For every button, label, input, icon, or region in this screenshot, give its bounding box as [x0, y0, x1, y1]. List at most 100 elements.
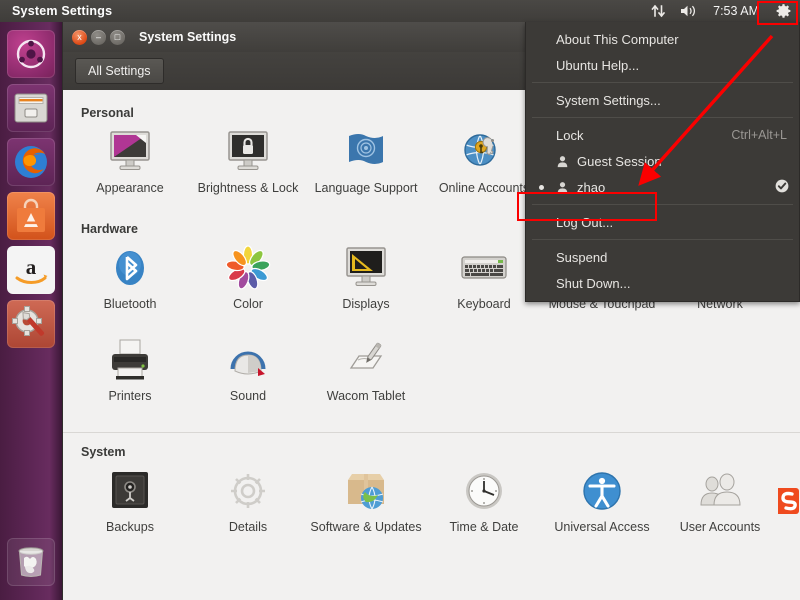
wacom-tablet-icon: [342, 336, 390, 384]
time-date-icon: [460, 467, 508, 515]
launcher-trash-slot: [0, 534, 62, 592]
menu-item-label: Log Out...: [556, 214, 614, 230]
edge-app-icon: [770, 484, 800, 518]
menu-item-suspend[interactable]: Suspend: [526, 244, 799, 270]
menu-item-guest-session[interactable]: Guest Session: [526, 148, 799, 174]
color-icon: [224, 244, 272, 292]
keyboard-icon: [460, 244, 508, 292]
window-close-button[interactable]: x: [72, 29, 87, 45]
printers-icon: [106, 336, 154, 384]
menu-separator: [532, 117, 793, 118]
panel-app-title: System Settings: [12, 4, 113, 18]
details-icon: [224, 467, 272, 515]
menu-item-label: Shut Down...: [556, 275, 631, 291]
settings-tile-displays[interactable]: Displays: [307, 240, 425, 332]
menu-item-label: Suspend: [556, 249, 608, 265]
settings-tile-label: Details: [228, 520, 268, 534]
settings-tile-time-date[interactable]: Time & Date: [425, 463, 543, 555]
settings-tile-language-support[interactable]: Language Support: [307, 124, 425, 216]
online-accounts-icon: [460, 128, 508, 176]
menu-item-ubuntu-help[interactable]: Ubuntu Help...: [526, 52, 799, 78]
software-center-icon[interactable]: [7, 192, 55, 240]
sound-icon: [224, 336, 272, 384]
maximize-icon: □: [114, 31, 121, 42]
settings-tile-color[interactable]: Color: [189, 240, 307, 332]
menu-separator: [532, 82, 793, 83]
settings-tile-label: User Accounts: [679, 520, 761, 534]
menu-item-label: System Settings...: [556, 92, 661, 108]
settings-tile-label: Universal Access: [554, 520, 650, 534]
settings-tile-label: Color: [233, 297, 263, 311]
selected-radio-dot: [539, 184, 544, 190]
menu-separator: [532, 204, 793, 205]
window-minimize-button[interactable]: –: [91, 29, 106, 45]
settings-tile-label: Time & Date: [449, 520, 519, 534]
settings-tile-label: Online Accounts: [438, 181, 530, 195]
universal-access-icon: [578, 467, 626, 515]
menu-item-lock[interactable]: Lock Ctrl+Alt+L: [526, 122, 799, 148]
software-updates-icon: [342, 467, 390, 515]
menu-item-shut-down[interactable]: Shut Down...: [526, 270, 799, 296]
window-title: System Settings: [139, 30, 237, 44]
settings-tile-appearance[interactable]: Appearance: [71, 124, 189, 216]
volume-icon[interactable]: [673, 0, 705, 22]
bluetooth-icon: [106, 244, 154, 292]
settings-tile-universal-access[interactable]: Universal Access: [543, 463, 661, 555]
firefox-icon[interactable]: [7, 138, 55, 186]
menu-item-label: zhao: [577, 179, 606, 195]
settings-tile-bluetooth[interactable]: Bluetooth: [71, 240, 189, 332]
settings-tile-label: Appearance: [96, 181, 164, 195]
brightness-lock-icon: [224, 128, 272, 176]
settings-tile-user-accounts[interactable]: User Accounts: [661, 463, 779, 555]
menu-item-label: Ubuntu Help...: [556, 57, 640, 73]
session-indicator-menu: About This Computer Ubuntu Help... Syste…: [525, 22, 800, 302]
svg-text:a: a: [26, 255, 37, 279]
settings-tile-sound[interactable]: Sound: [189, 332, 307, 424]
menu-separator: [532, 239, 793, 240]
backups-icon: [106, 467, 154, 515]
menu-item-accelerator: Ctrl+Alt+L: [731, 128, 787, 142]
settings-tile-wacom-tablet[interactable]: Wacom Tablet: [307, 332, 425, 424]
settings-tile-label: Sound: [229, 389, 267, 403]
close-icon: x: [77, 31, 82, 42]
menu-item-label: About This Computer: [556, 31, 679, 47]
user-accounts-icon: [696, 467, 744, 515]
files-icon[interactable]: [7, 84, 55, 132]
settings-tile-printers[interactable]: Printers: [71, 332, 189, 424]
network-transfer-icon[interactable]: [644, 0, 673, 22]
settings-tile-label: Displays: [342, 297, 390, 311]
desktop-screen: System Settings 7:53 AM a x – □ System S…: [0, 0, 800, 600]
menu-item-label: Guest Session: [577, 153, 662, 169]
window-maximize-button[interactable]: □: [110, 29, 125, 45]
settings-tile-details[interactable]: Details: [189, 463, 307, 555]
settings-tile-label: Language Support: [314, 181, 418, 195]
settings-tile-software-updates[interactable]: Software & Updates: [307, 463, 425, 555]
minimize-icon: –: [95, 31, 101, 42]
settings-tile-label: Wacom Tablet: [326, 389, 406, 403]
trash-icon[interactable]: [7, 538, 55, 586]
settings-tile-label: Backups: [106, 520, 154, 534]
session-gear-icon[interactable]: [767, 0, 800, 22]
panel-clock[interactable]: 7:53 AM: [705, 4, 767, 18]
appearance-icon: [106, 128, 154, 176]
unity-launcher: a: [0, 22, 62, 600]
system-settings-icon[interactable]: [7, 300, 55, 348]
user-icon: [556, 181, 569, 194]
menu-item-label: Lock: [556, 127, 584, 143]
settings-tile-label: Bluetooth: [103, 297, 157, 311]
settings-tile-label: Software & Updates: [310, 520, 422, 534]
ubuntu-dash-icon[interactable]: [7, 30, 55, 78]
menu-item-log-out[interactable]: Log Out...: [526, 209, 799, 235]
section-grid-system: Backups Details Software & Updates Time …: [63, 463, 800, 555]
all-settings-button[interactable]: All Settings: [75, 58, 164, 84]
settings-tile-backups[interactable]: Backups: [71, 463, 189, 555]
user-icon: [556, 155, 569, 168]
settings-tile-label: Brightness & Lock: [197, 181, 299, 195]
amazon-icon[interactable]: a: [7, 246, 55, 294]
settings-tile-brightness-lock[interactable]: Brightness & Lock: [189, 124, 307, 216]
menu-item-about-this-computer[interactable]: About This Computer: [526, 26, 799, 52]
menu-item-system-settings[interactable]: System Settings...: [526, 87, 799, 113]
section-system: System Backups Details Software & Update…: [63, 432, 800, 555]
menu-item-zhao[interactable]: zhao: [526, 174, 799, 200]
language-support-icon: [342, 128, 390, 176]
